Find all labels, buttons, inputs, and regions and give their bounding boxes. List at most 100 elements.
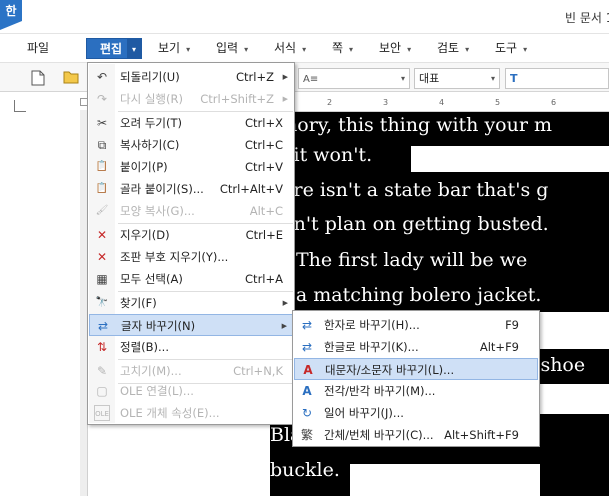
menu-security[interactable]: 보안 ▾ [379, 38, 411, 59]
delete-icon: ✕ [96, 228, 108, 242]
font-combo-value: 대표 [419, 72, 440, 85]
submenu-item-to-hangul[interactable]: ⇄ 한글로 바꾸기(K)... Alt+F9 [294, 336, 538, 358]
submenu-item-label: 한글로 바꾸기(K)... [324, 340, 419, 354]
submenu-item-change-case[interactable]: A 대문자/소문자 바꾸기(L)... [294, 358, 538, 380]
menu-item-select-all[interactable]: ▦ 모두 선택(A) Ctrl+A [89, 268, 293, 290]
menu-item-label: 고치기(M)... [120, 364, 182, 378]
font-combo[interactable]: 대표 ▾ [414, 68, 500, 89]
binoculars-icon: 🔭 [95, 297, 109, 308]
menu-item-label: 복사하기(C) [120, 138, 180, 152]
ruler-tick: 5 [495, 98, 501, 107]
menu-item-delete[interactable]: ✕ 지우기(D) Ctrl+E [89, 224, 293, 246]
to-hanja-icon: ⇄ [301, 318, 313, 332]
menu-edit-label: 편집 [100, 42, 123, 56]
menu-item-paste[interactable]: 📋 붙이기(P) Ctrl+V [89, 156, 293, 178]
ruler-corner-icon[interactable] [14, 100, 26, 112]
style-combo[interactable]: A≡ ▾ [298, 68, 410, 89]
menu-tools[interactable]: 도구 ▾ [495, 38, 527, 59]
ruler-tick: 2 [327, 98, 333, 107]
document-line: here isn't a state bar that's g [270, 179, 549, 201]
menu-format-label: 서식 [274, 41, 297, 55]
submenu-item-full-half-width[interactable]: A 전각/반각 바꾸기(M)... [294, 380, 538, 402]
menu-item-format-painter[interactable]: 🖌 모양 복사(G)... Alt+C [89, 200, 293, 222]
menu-item-redo[interactable]: ↷ 다시 실행(R) Ctrl+Shift+Z ▶ [89, 88, 293, 110]
menu-item-ole-link[interactable]: ▢ OLE 연결(L)... [89, 380, 293, 402]
style-icon: A≡ [303, 74, 319, 85]
submenu-item-shortcut: Alt+Shift+F9 [444, 428, 519, 442]
submenu-item-label: 간체/번체 바꾸기(C)... [324, 428, 434, 442]
blank-line-gap [411, 146, 609, 172]
submenu-item-shortcut: F9 [505, 318, 519, 332]
submenu-arrow-icon: ▶ [282, 299, 288, 307]
document-title: 빈 문서 1 [565, 11, 609, 25]
menu-item-label: 되돌리기(U) [120, 70, 180, 84]
menu-item-label: 모양 복사(G)... [120, 204, 195, 218]
menu-item-label: 찾기(F) [120, 296, 157, 310]
open-folder-icon[interactable] [63, 70, 79, 86]
horizontal-ruler[interactable]: 1 2 3 4 5 6 [270, 96, 609, 112]
menu-format[interactable]: 서식 ▾ [274, 38, 306, 59]
submenu-item-japanese[interactable]: ↻ 일어 바꾸기(J)... [294, 402, 538, 424]
menu-item-label: 골라 붙이기(S)... [120, 182, 204, 196]
submenu-arrow-icon: ▶ [281, 322, 287, 330]
menu-file-label: 파일 [27, 41, 50, 55]
menu-item-find[interactable]: 🔭 찾기(F) ▶ [89, 292, 293, 314]
document-line: buckle. [270, 459, 340, 481]
font-name-combo[interactable]: T [505, 68, 609, 89]
menu-item-shortcut: Ctrl+Alt+V [219, 182, 283, 196]
ole-link-icon: ▢ [96, 384, 108, 398]
menu-item-modify[interactable]: ✎ 고치기(M)... Ctrl+N,K [89, 360, 293, 382]
replace-chars-icon: ⇄ [97, 319, 109, 333]
menu-review-label: 검토 [437, 41, 460, 55]
menu-item-label: 조판 부호 지우기(Y)... [120, 250, 229, 264]
menu-item-label: 다시 실행(R) [120, 92, 183, 106]
submenu-arrow-icon: ▶ [282, 73, 288, 81]
menu-item-sort[interactable]: ⇅ 정렬(B)... [89, 336, 293, 358]
menu-item-shortcut: Ctrl+C [244, 138, 283, 152]
menu-item-label: 지우기(D) [120, 228, 170, 242]
menu-page[interactable]: 쪽 ▾ [332, 38, 353, 59]
menu-insert-label: 입력 [216, 41, 239, 55]
edit-dropdown-menu: ↶ 되돌리기(U) Ctrl+Z ▶ ↷ 다시 실행(R) Ctrl+Shift… [87, 62, 295, 425]
menu-item-label: OLE 개체 속성(E)... [120, 406, 220, 420]
menu-item-shortcut: Ctrl+A [245, 272, 283, 286]
menu-item-undo[interactable]: ↶ 되돌리기(U) Ctrl+Z ▶ [89, 66, 293, 88]
scissors-icon: ✂ [96, 116, 108, 130]
menu-view[interactable]: 보기 ▾ [158, 38, 190, 59]
menu-edit[interactable]: 편집 ▾ [86, 38, 142, 59]
chevron-down-icon: ▾ [407, 45, 412, 54]
submenu-arrow-icon: ▶ [282, 95, 288, 103]
document-line: th a matching bolero jacket. [270, 284, 542, 306]
menu-item-label: OLE 연결(L)... [120, 384, 194, 398]
menu-item-replace-chars[interactable]: ⇄ 글자 바꾸기(N) ▶ [89, 314, 293, 336]
replace-chars-submenu: ⇄ 한자로 바꾸기(H)... F9 ⇄ 한글로 바꾸기(K)... Alt+F… [292, 310, 540, 447]
new-document-icon[interactable] [30, 70, 46, 86]
menu-insert[interactable]: 입력 ▾ [216, 38, 248, 59]
chevron-down-icon: ▾ [490, 74, 495, 83]
ruler-tick: 4 [439, 98, 445, 107]
menu-item-shortcut: Ctrl+X [245, 116, 283, 130]
document-line: I.: The first lady will be we [270, 249, 528, 271]
submenu-item-simplified-traditional[interactable]: 繁 간체/번체 바꾸기(C)... Alt+Shift+F9 [294, 424, 538, 446]
font-icon: T [510, 72, 518, 85]
menu-file[interactable]: 파일 [27, 38, 49, 59]
menu-review[interactable]: 검토 ▾ [437, 38, 469, 59]
submenu-item-label: 일어 바꾸기(J)... [324, 406, 404, 420]
menu-item-cut[interactable]: ✂ 오려 두기(T) Ctrl+X [89, 112, 293, 134]
brush-icon: 🖌 [95, 205, 109, 216]
menu-item-label: 모두 선택(A) [120, 272, 183, 286]
menu-item-copy[interactable]: ⧉ 복사하기(C) Ctrl+C [89, 134, 293, 156]
redo-icon: ↷ [96, 92, 108, 106]
menu-item-shortcut: Ctrl+Z [236, 70, 274, 84]
menu-item-ole-properties[interactable]: OLE OLE 개체 속성(E)... [89, 402, 293, 424]
menu-item-delete-codes[interactable]: ✕ 조판 부호 지우기(Y)... [89, 246, 293, 268]
paste-special-icon: 📋 [95, 183, 109, 194]
chevron-down-icon[interactable]: ▾ [127, 39, 141, 58]
chevron-down-icon: ▾ [400, 74, 405, 83]
submenu-item-to-hanja[interactable]: ⇄ 한자로 바꾸기(H)... F9 [294, 314, 538, 336]
ole-object-icon: OLE [94, 405, 110, 421]
menu-item-paste-special[interactable]: 📋 골라 붙이기(S)... Ctrl+Alt+V [89, 178, 293, 200]
sort-icon: ⇅ [96, 340, 108, 354]
menu-tools-label: 도구 [495, 41, 518, 55]
app-logo[interactable]: 한 [0, 0, 22, 30]
